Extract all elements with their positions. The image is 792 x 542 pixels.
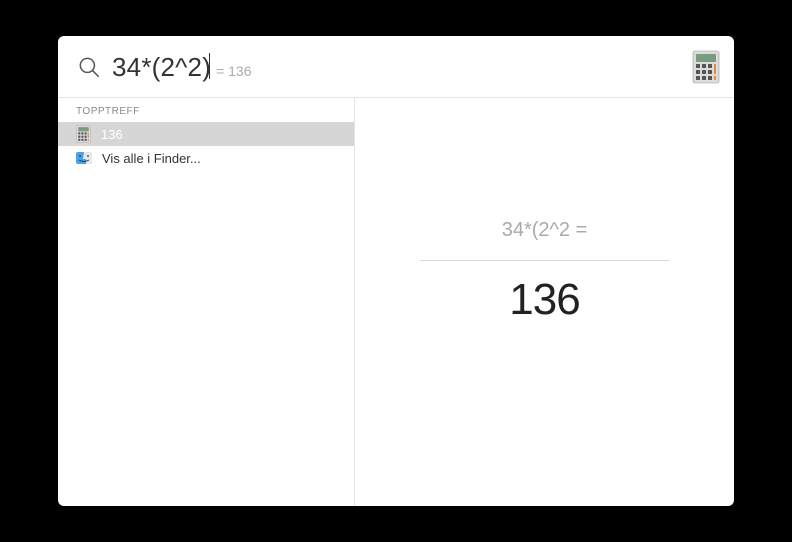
result-row-label: Vis alle i Finder... — [102, 151, 201, 166]
search-row: 34*(2^2) = 136 — [58, 36, 734, 98]
preview-expression: 34*(2^2 = — [502, 219, 588, 242]
text-caret — [209, 53, 210, 79]
search-icon — [76, 54, 102, 80]
divider — [420, 260, 670, 261]
result-row-label: 136 — [101, 127, 123, 142]
results-sidebar: TOPPTREFF 136 — [58, 98, 355, 506]
spotlight-panel: 34*(2^2) = 136 TOPPTREFF — [58, 36, 734, 506]
calculator-icon — [692, 50, 720, 84]
calculator-icon — [76, 125, 91, 143]
search-query-text: 34*(2^2) — [112, 52, 211, 83]
result-row-calculator[interactable]: 136 — [58, 122, 354, 146]
preview-pane: 34*(2^2 = 136 — [355, 98, 734, 506]
finder-icon — [76, 150, 92, 166]
inline-result: = 136 — [216, 63, 251, 79]
search-input[interactable]: 34*(2^2) = 136 — [112, 50, 692, 83]
body: TOPPTREFF 136 — [58, 98, 734, 506]
preview-result: 136 — [509, 275, 579, 325]
result-row-finder[interactable]: Vis alle i Finder... — [58, 146, 354, 170]
section-label: TOPPTREFF — [58, 98, 354, 122]
